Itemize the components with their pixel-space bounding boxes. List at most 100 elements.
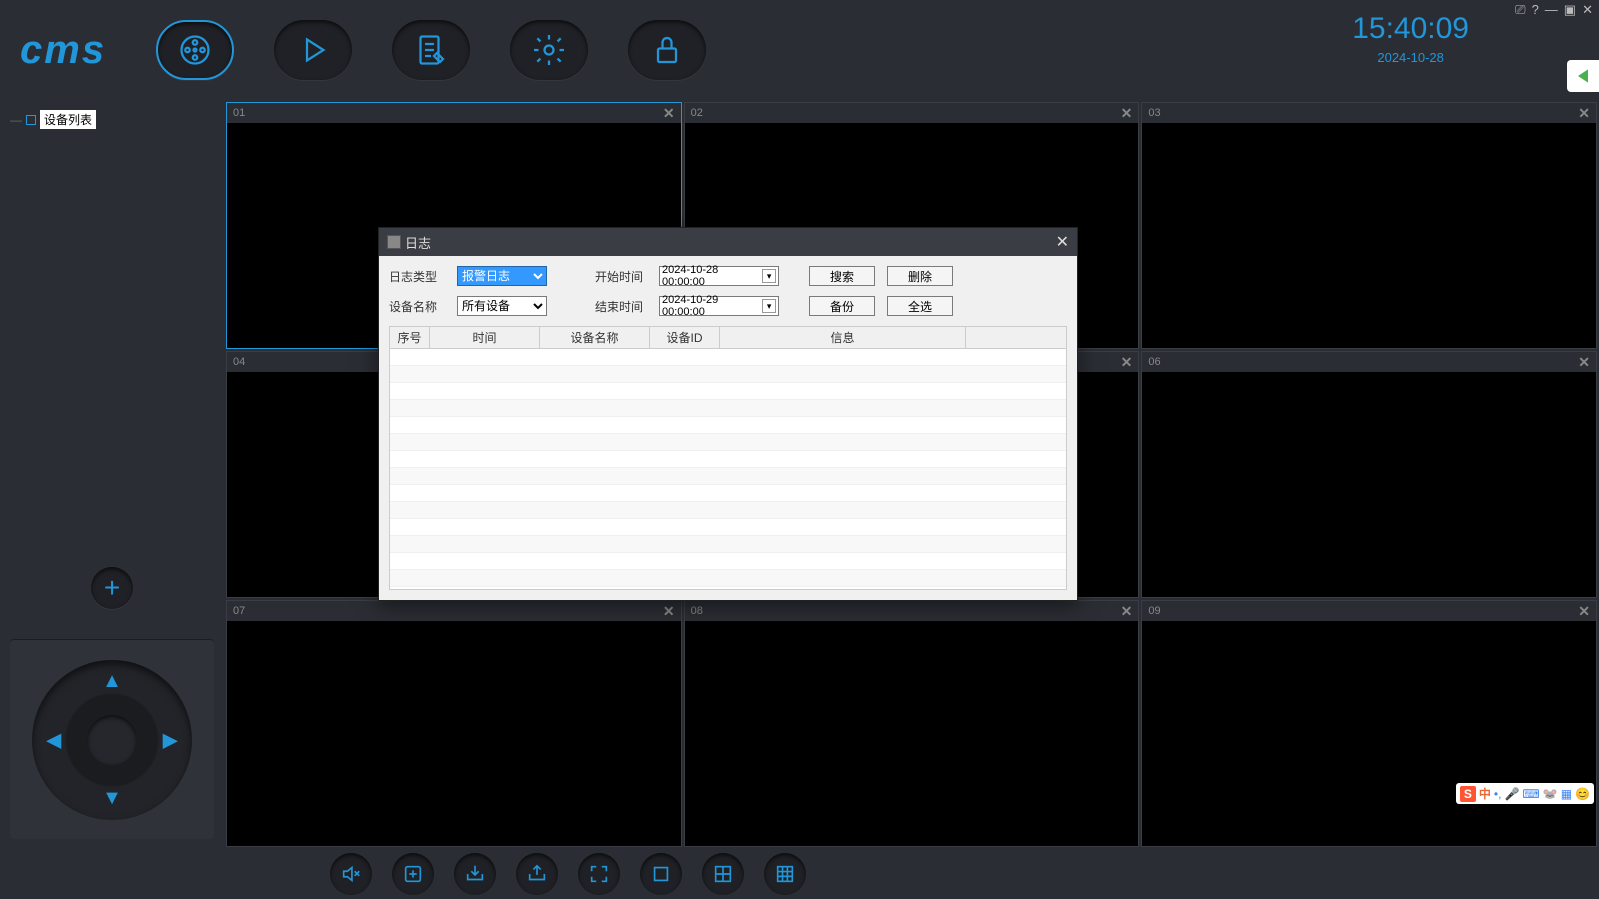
snapshot-button[interactable] — [392, 853, 434, 895]
nav-live-button[interactable] — [156, 20, 234, 80]
device-list-label: 设备列表 — [40, 110, 96, 129]
ime-mic-icon: 🎤 — [1504, 787, 1519, 801]
side-widget[interactable] — [1567, 60, 1599, 92]
clock-date: 2024-10-28 — [1352, 50, 1469, 65]
ptz-right-button[interactable]: ▶ — [163, 727, 178, 752]
table-row — [390, 349, 1066, 366]
col-info[interactable]: 信息 — [720, 327, 966, 348]
select-all-button[interactable]: 全选 — [887, 296, 953, 316]
minimize-icon[interactable]: — — [1545, 2, 1558, 18]
log-type-select[interactable]: 报警日志 — [457, 266, 547, 286]
table-row — [390, 553, 1066, 570]
video-cell-06[interactable]: 06 ✕ — [1141, 351, 1597, 598]
table-row — [390, 366, 1066, 383]
cell-close-button[interactable]: ✕ — [663, 603, 675, 620]
ime-grid-icon: ▦ — [1561, 787, 1572, 801]
cell-id: 07 — [233, 605, 245, 617]
log-type-label: 日志类型 — [389, 268, 445, 285]
layout-9-button[interactable] — [764, 853, 806, 895]
tree-root-item[interactable]: — 设备列表 — [10, 110, 214, 129]
speaker-mute-icon — [340, 863, 362, 885]
device-tree[interactable]: — 设备列表 — [10, 110, 214, 567]
nav-lock-button[interactable] — [628, 20, 706, 80]
layout-1-button[interactable] — [640, 853, 682, 895]
help-icon[interactable]: ? — [1532, 2, 1539, 18]
cell-close-button[interactable]: ✕ — [663, 105, 675, 122]
end-time-label: 结束时间 — [591, 298, 647, 315]
ime-bar[interactable]: S 中 •, 🎤 ⌨ 🐭 ▦ 😊 — [1456, 783, 1594, 804]
import-button[interactable] — [454, 853, 496, 895]
clock-time: 15:40:09 — [1352, 12, 1469, 46]
ime-language: 中 — [1479, 785, 1491, 802]
start-time-input[interactable]: 2024-10-28 00:00:00▾ — [659, 266, 779, 286]
col-device-name[interactable]: 设备名称 — [540, 327, 650, 348]
cell-id: 03 — [1148, 107, 1160, 119]
video-cell-03[interactable]: 03 ✕ — [1141, 102, 1597, 349]
cell-id: 02 — [691, 107, 703, 119]
cell-id: 06 — [1148, 356, 1160, 368]
video-cell-09[interactable]: 09✕ — [1141, 600, 1597, 847]
film-reel-icon — [177, 32, 213, 68]
table-row — [390, 502, 1066, 519]
ime-punct-icon: •, — [1494, 787, 1502, 801]
arrow-left-green-icon — [1573, 66, 1593, 86]
layout-4-button[interactable] — [702, 853, 744, 895]
nav-settings-button[interactable] — [510, 20, 588, 80]
cell-close-button[interactable]: ✕ — [1121, 603, 1133, 620]
lock-icon — [649, 32, 685, 68]
table-row — [390, 400, 1066, 417]
col-seq[interactable]: 序号 — [390, 327, 430, 348]
nav-log-button[interactable] — [392, 20, 470, 80]
table-row — [390, 434, 1066, 451]
log-dialog: 日志 ✕ 日志类型 报警日志 开始时间 2024-10-28 00:00:00▾… — [378, 227, 1078, 601]
export-button[interactable] — [516, 853, 558, 895]
table-row — [390, 417, 1066, 434]
ptz-center-button[interactable] — [87, 715, 137, 765]
table-row — [390, 468, 1066, 485]
log-table: 序号 时间 设备名称 设备ID 信息 — [389, 326, 1067, 590]
ptz-control: ▲ ▼ ◀ ▶ — [32, 660, 192, 820]
cell-close-button[interactable]: ✕ — [1578, 354, 1590, 371]
ime-keyboard-icon: ⌨ — [1522, 787, 1539, 801]
dialog-icon — [387, 235, 401, 249]
cell-close-button[interactable]: ✕ — [1121, 354, 1133, 371]
device-name-select[interactable]: 所有设备 — [457, 296, 547, 316]
search-button[interactable]: 搜索 — [809, 266, 875, 286]
video-cell-08[interactable]: 08✕ — [684, 600, 1140, 847]
ime-s-icon: S — [1460, 786, 1476, 802]
add-device-button[interactable]: + — [91, 567, 133, 609]
col-device-id[interactable]: 设备ID — [650, 327, 720, 348]
col-time[interactable]: 时间 — [430, 327, 540, 348]
table-row — [390, 485, 1066, 502]
video-cell-07[interactable]: 07 ✕ — [226, 600, 682, 847]
ptz-down-button[interactable]: ▼ — [102, 787, 122, 810]
start-time-label: 开始时间 — [591, 268, 647, 285]
fullscreen-button[interactable] — [578, 853, 620, 895]
app-logo: cms — [20, 28, 106, 73]
col-extra[interactable] — [966, 327, 1066, 348]
nav-playback-button[interactable] — [274, 20, 352, 80]
fullscreen-icon — [588, 863, 610, 885]
export-icon — [526, 863, 548, 885]
table-row — [390, 451, 1066, 468]
import-icon — [464, 863, 486, 885]
document-edit-icon — [413, 32, 449, 68]
device-name-label: 设备名称 — [389, 298, 445, 315]
mute-button[interactable] — [330, 853, 372, 895]
sparkle-box-icon — [402, 863, 424, 885]
cell-close-button[interactable]: ✕ — [1578, 105, 1590, 122]
play-icon — [295, 32, 331, 68]
delete-button[interactable]: 删除 — [887, 266, 953, 286]
cell-close-button[interactable]: ✕ — [1578, 603, 1590, 620]
ptz-up-button[interactable]: ▲ — [102, 670, 122, 693]
table-row — [390, 570, 1066, 587]
square-icon — [650, 863, 672, 885]
ptz-left-button[interactable]: ◀ — [46, 727, 61, 752]
backup-button[interactable]: 备份 — [809, 296, 875, 316]
close-icon[interactable]: ✕ — [1582, 2, 1593, 18]
dialog-close-button[interactable]: ✕ — [1056, 232, 1069, 252]
monitor-icon[interactable]: ⎚ — [1515, 2, 1525, 18]
maximize-icon[interactable]: ▣ — [1564, 2, 1576, 18]
cell-close-button[interactable]: ✕ — [1121, 105, 1133, 122]
end-time-input[interactable]: 2024-10-29 00:00:00▾ — [659, 296, 779, 316]
